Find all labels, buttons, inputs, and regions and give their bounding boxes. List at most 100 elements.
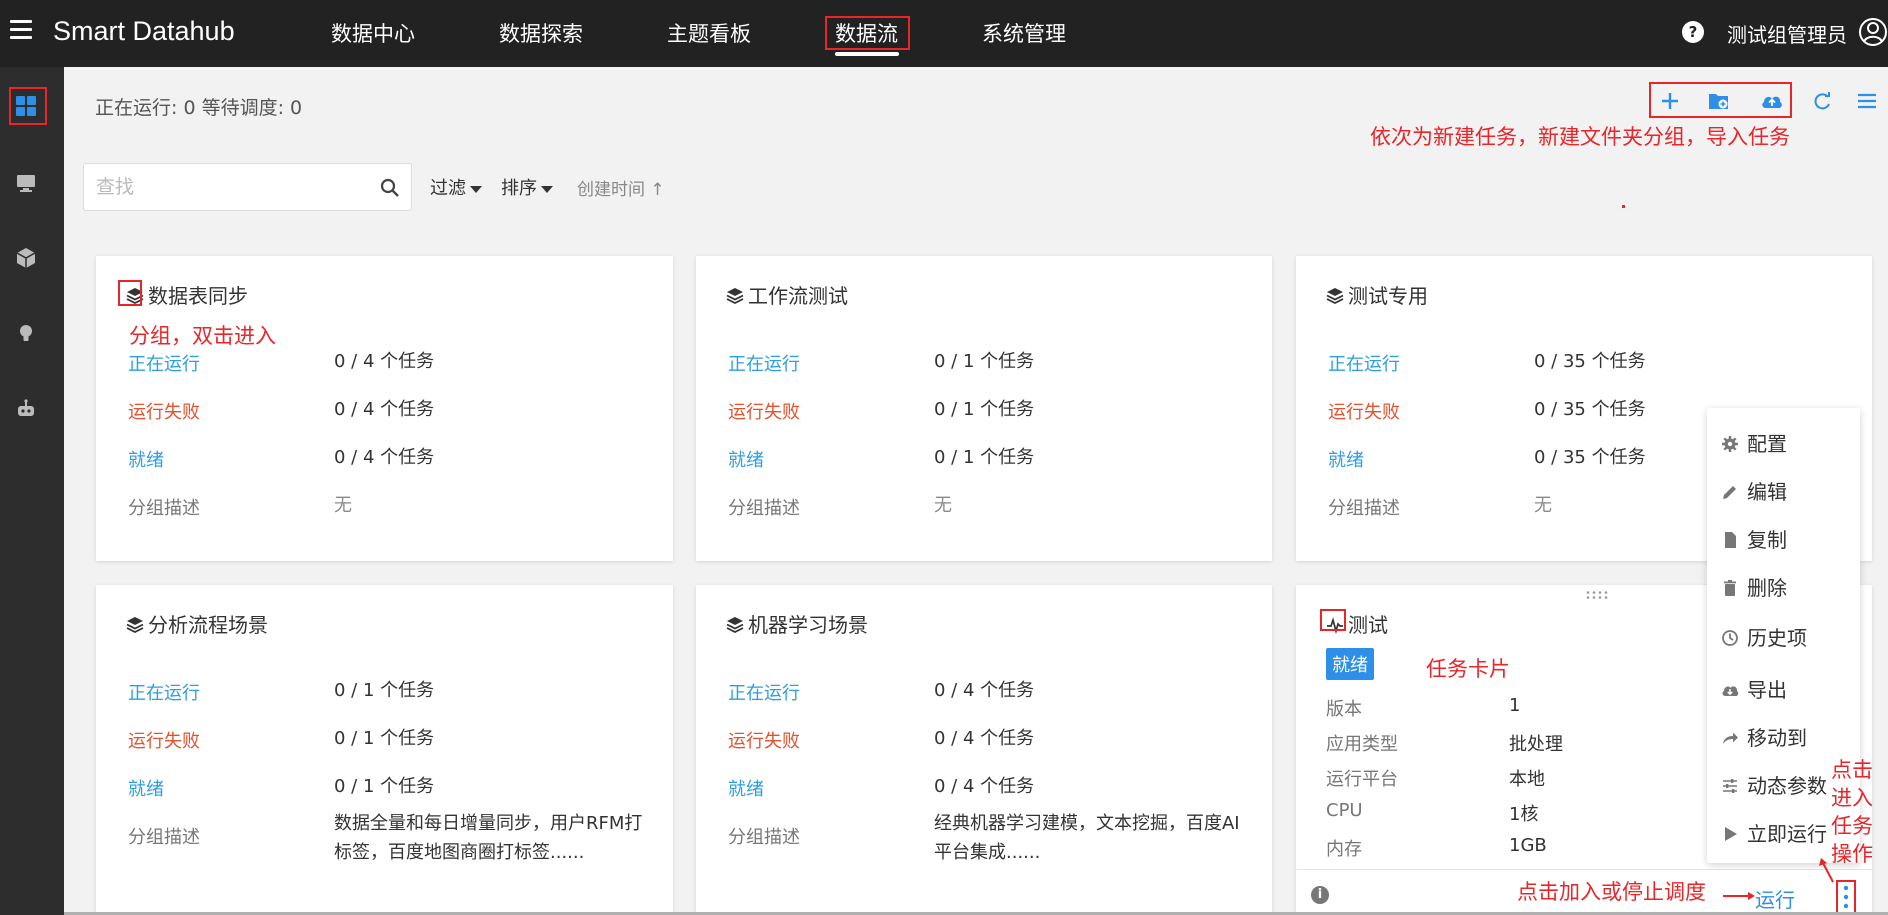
value-failed: 0 / 1 个任务 (334, 728, 435, 749)
group-title-text: 测试专用 (1348, 284, 1428, 308)
annotation-ops-line: 操作 (1831, 842, 1873, 866)
refresh-icon[interactable] (1811, 90, 1835, 112)
annotation-ops-line: 任务 (1831, 814, 1873, 838)
label-desc: 分组描述 (728, 498, 800, 519)
sort-label: 排序 (501, 178, 537, 199)
run-schedule-link[interactable]: 运行 (1755, 884, 1795, 913)
menu-item-label: 立即运行 (1747, 822, 1827, 846)
user-name[interactable]: 测试组管理员 (1727, 19, 1847, 48)
search-box (83, 163, 412, 211)
label-running: 正在运行 (728, 683, 800, 704)
field-label-memory: 内存 (1326, 839, 1362, 860)
cloud-download-icon (1722, 686, 1739, 696)
value-running: 0 / 35 个任务 (1534, 351, 1646, 372)
folder-add-icon[interactable] (1707, 90, 1731, 112)
robot-icon[interactable] (14, 397, 38, 421)
value-running: 0 / 1 个任务 (334, 680, 435, 701)
group-card-title: 分析流程场景 (126, 609, 268, 638)
plus-icon[interactable] (1658, 90, 1682, 112)
menu-item-label: 配置 (1747, 432, 1787, 456)
drag-handle-icon[interactable] (1585, 590, 1609, 600)
value-running: 0 / 4 个任务 (934, 680, 1035, 701)
cloud-upload-icon[interactable] (1760, 90, 1784, 112)
group-card-title: 测试专用 (1326, 280, 1428, 309)
menu-item-copy[interactable]: 复制 (1721, 524, 1787, 553)
field-value-version: 1 (1509, 695, 1521, 716)
group-title-text: 分析流程场景 (148, 613, 268, 637)
nav-data-center[interactable]: 数据中心 (331, 18, 415, 48)
label-running: 正在运行 (128, 683, 200, 704)
value-failed: 0 / 4 个任务 (934, 728, 1035, 749)
menu-item-config[interactable]: 配置 (1721, 428, 1787, 457)
field-label-version: 版本 (1326, 699, 1362, 720)
list-icon[interactable] (1855, 90, 1879, 112)
menu-item-label: 动态参数 (1747, 774, 1827, 798)
group-card-title: 机器学习场景 (726, 609, 868, 638)
nav-data-explore[interactable]: 数据探索 (499, 18, 583, 48)
cube-icon[interactable] (14, 246, 38, 270)
menu-item-move-to[interactable]: 移动到 (1721, 722, 1807, 751)
nav-system-admin[interactable]: 系统管理 (982, 18, 1066, 48)
filter-dropdown[interactable]: 过滤 (430, 174, 482, 200)
label-failed: 运行失败 (728, 402, 800, 423)
caret-down-icon (541, 185, 553, 193)
dashboard-icon[interactable] (14, 94, 38, 118)
search-input[interactable] (96, 173, 366, 201)
annotation-task-note: 任务卡片 (1426, 657, 1510, 681)
sliders-icon (1723, 779, 1737, 793)
value-failed: 0 / 35 个任务 (1534, 399, 1646, 420)
menu-item-export[interactable]: 导出 (1721, 674, 1787, 703)
menu-item-label: 复制 (1747, 528, 1787, 552)
value-ready: 0 / 1 个任务 (934, 447, 1035, 468)
value-desc: 无 (934, 495, 952, 516)
group-card-title: 数据表同步 (126, 280, 248, 309)
value-failed: 0 / 4 个任务 (334, 399, 435, 420)
field-value-app-type: 批处理 (1509, 734, 1563, 755)
value-ready: 0 / 4 个任务 (334, 447, 435, 468)
group-card[interactable]: 分析流程场景 正在运行 0 / 1 个任务 运行失败 0 / 1 个任务 就绪 … (96, 585, 673, 915)
share-arrow-icon (1723, 732, 1738, 744)
value-desc: 无 (1534, 495, 1552, 516)
group-card[interactable]: 工作流测试 正在运行 0 / 1 个任务 运行失败 0 / 1 个任务 就绪 0… (696, 256, 1272, 561)
sort-field-toggle[interactable]: 创建时间 ↑ (577, 175, 665, 200)
menu-item-label: 编辑 (1747, 480, 1787, 504)
label-running: 正在运行 (128, 354, 200, 375)
layers-icon (126, 617, 144, 634)
annotation-ops-line: 进入 (1831, 786, 1873, 810)
more-vertical-icon[interactable] (1843, 884, 1849, 910)
field-value-cpu: 1核 (1509, 804, 1539, 825)
menu-item-delete[interactable]: 删除 (1721, 572, 1787, 601)
menu-item-run-now[interactable]: 立即运行 (1721, 818, 1827, 847)
info-icon[interactable]: i (1311, 886, 1329, 904)
label-desc: 分组描述 (128, 498, 200, 519)
avatar-icon[interactable] (1858, 16, 1888, 48)
group-title-text: 工作流测试 (748, 284, 848, 308)
value-running: 0 / 1 个任务 (934, 351, 1035, 372)
field-label-cpu: CPU (1326, 800, 1363, 821)
gear-icon (1722, 436, 1738, 452)
menu-item-edit[interactable]: 编辑 (1721, 476, 1787, 505)
brand-logo: Smart Datahub (53, 16, 235, 46)
annotation-box-group-icon (118, 280, 142, 306)
label-desc: 分组描述 (128, 827, 200, 848)
menu-item-label: 历史项 (1747, 626, 1807, 650)
search-icon[interactable] (380, 178, 400, 198)
menu-item-dynamic-params[interactable]: 动态参数 (1721, 770, 1827, 799)
sort-dropdown[interactable]: 排序 (501, 174, 553, 200)
label-desc: 分组描述 (1328, 498, 1400, 519)
monitor-icon[interactable] (14, 171, 38, 195)
nav-theme-board[interactable]: 主题看板 (667, 18, 751, 48)
value-desc: 无 (334, 495, 352, 516)
help-icon[interactable]: ? (1682, 21, 1704, 43)
group-card[interactable]: 数据表同步 分组，双击进入 正在运行 0 / 4 个任务 运行失败 0 / 4 … (96, 256, 673, 561)
top-bar: Smart Datahub 数据中心 数据探索 主题看板 数据流 系统管理 ? … (0, 0, 1888, 67)
bulb-icon[interactable] (14, 321, 38, 345)
group-card[interactable]: 机器学习场景 正在运行 0 / 4 个任务 运行失败 0 / 4 个任务 就绪 … (696, 585, 1272, 915)
label-ready: 就绪 (728, 450, 764, 471)
caret-down-icon (470, 185, 482, 193)
hamburger-menu-icon[interactable] (10, 20, 32, 44)
menu-item-history[interactable]: 历史项 (1721, 622, 1807, 651)
value-ready: 0 / 4 个任务 (934, 776, 1035, 797)
clock-icon (1722, 630, 1738, 646)
annotation-arrow-icon (1819, 858, 1834, 883)
